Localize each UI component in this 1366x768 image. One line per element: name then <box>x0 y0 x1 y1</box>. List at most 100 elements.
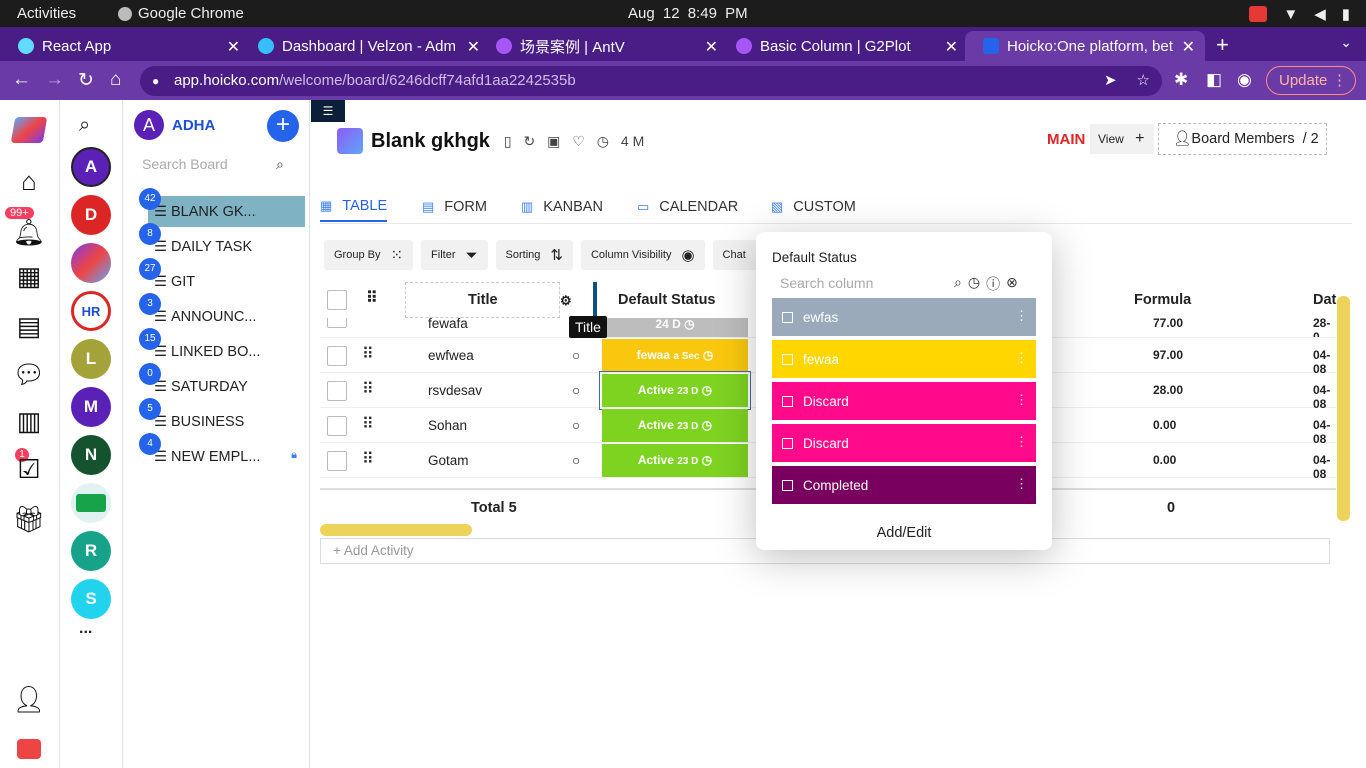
hoicko-logo-icon[interactable] <box>10 114 48 146</box>
view-button[interactable]: View + <box>1090 124 1154 154</box>
tab-calendar[interactable]: ▭ CALENDAR <box>637 192 738 222</box>
title-cell[interactable]: Gotam <box>428 453 469 468</box>
board-search-input[interactable]: Search Board <box>142 156 228 172</box>
browser-tab-velzon[interactable]: Dashboard | Velzon - Adm ✕ <box>240 31 490 61</box>
site-info-icon[interactable]: ● <box>152 66 159 96</box>
status-option[interactable]: ewfas ⋮ <box>772 298 1036 336</box>
tab-table[interactable]: ▦ TABLE <box>320 192 388 222</box>
browser-tab-antv[interactable]: 场景案例 | AntV ✕ <box>478 31 728 61</box>
workspace-logo-hr[interactable]: HR <box>71 291 111 331</box>
toggle-sidebar-list-icon[interactable]: ☰ <box>311 100 345 122</box>
add-board-button[interactable]: + <box>267 110 299 142</box>
active-app-indicator[interactable]: Google Chrome <box>118 5 244 22</box>
clipboard-icon[interactable]: ▥ <box>13 405 45 437</box>
workspace-logo-hoicko[interactable] <box>71 243 111 283</box>
system-tray[interactable]: ▼ ◀ ▮ <box>1249 5 1350 23</box>
row-checkbox[interactable] <box>327 451 347 471</box>
workspace-avatar[interactable]: N <box>71 435 111 475</box>
select-all-checkbox[interactable] <box>327 290 347 310</box>
profile-avatar-icon[interactable]: ◉ <box>1237 70 1252 90</box>
column-resize-handle[interactable] <box>593 282 597 318</box>
board-item[interactable]: 0 ☰ SATURDAY <box>139 363 305 402</box>
close-tab-icon[interactable]: ✕ <box>1182 37 1195 57</box>
vertical-scrollbar[interactable] <box>1337 296 1350 521</box>
option-checkbox[interactable] <box>782 353 793 365</box>
browser-tab-hoicko[interactable]: Hoicko:One platform, bet ✕ <box>965 31 1205 61</box>
back-icon[interactable]: ← <box>12 69 31 91</box>
date-column-header[interactable]: Dat <box>1313 292 1336 308</box>
chat-icon[interactable]: 💬︎ <box>13 358 46 390</box>
status-option[interactable]: Completed ⋮ <box>772 466 1036 504</box>
board-item[interactable]: 5 ☰ BUSINESS <box>139 398 305 437</box>
more-icon[interactable]: ⋮ <box>1015 476 1028 492</box>
browser-tab-g2plot[interactable]: Basic Column | G2Plot ✕ <box>718 31 968 61</box>
workspace-logo-graduation[interactable] <box>71 483 111 523</box>
board-item[interactable]: 4 ☰ NEW EMPL... 🔒︎ <box>139 433 305 472</box>
close-icon[interactable]: ⊗ <box>1006 274 1018 294</box>
row-checkbox[interactable] <box>327 346 347 366</box>
workspace-avatar[interactable]: M <box>71 387 111 427</box>
title-column-header[interactable]: Title <box>468 292 498 308</box>
formula-column-header[interactable]: Formula <box>1134 292 1191 308</box>
workspace-avatar[interactable]: D <box>71 195 111 235</box>
board-item[interactable]: 27 ☰ GIT <box>139 258 305 297</box>
new-tab-icon[interactable]: + <box>1216 32 1229 58</box>
settings-gear-icon[interactable]: ⚙ <box>560 293 572 309</box>
horizontal-scrollbar[interactable] <box>320 524 472 536</box>
open-item-circle-icon[interactable]: ○ <box>572 453 580 468</box>
scooter-icon[interactable] <box>13 733 45 765</box>
add-user-icon[interactable]: 👤︎ <box>13 683 46 715</box>
more-icon[interactable]: ⋮ <box>1015 434 1028 450</box>
add-edit-button[interactable]: Add/Edit <box>756 525 1052 541</box>
title-cell[interactable]: rsvdesav <box>428 383 482 398</box>
status-cell[interactable]: Active 23 D ◷ <box>599 371 751 410</box>
workspace-avatar[interactable]: L <box>71 339 111 379</box>
forward-icon[interactable]: → <box>45 69 64 91</box>
activities-button[interactable]: Activities <box>17 5 76 22</box>
extensions-icon[interactable]: ✱ <box>1174 70 1188 90</box>
row-checkbox[interactable] <box>327 416 347 436</box>
bookmark-star-icon[interactable]: ☆ <box>1137 66 1150 96</box>
status-option[interactable]: fewaa ⋮ <box>772 340 1036 378</box>
open-item-circle-icon[interactable]: ○ <box>572 383 580 398</box>
checklist-icon[interactable]: ☑ <box>13 453 45 485</box>
group-by-button[interactable]: Group By ⁙ <box>324 240 414 270</box>
side-panel-icon[interactable]: ◧ <box>1206 70 1222 90</box>
drag-handle-icon[interactable]: ⠿ <box>362 379 374 399</box>
option-checkbox[interactable] <box>782 479 793 491</box>
title-cell[interactable]: Sohan <box>428 418 467 433</box>
drag-handle-icon[interactable]: ⠿ <box>362 414 374 434</box>
sorting-button[interactable]: Sorting ⇅ <box>495 240 573 270</box>
drag-handle-icon[interactable]: ⠿ <box>362 344 374 364</box>
option-checkbox[interactable] <box>782 395 793 407</box>
column-visibility-button[interactable]: Column Visibility ◉ <box>580 240 705 270</box>
tab-kanban[interactable]: ▥ KANBAN <box>521 192 603 222</box>
status-cell[interactable]: Active 23 D ◷ <box>602 409 748 442</box>
board-members-button[interactable]: 👤︎Board Members / 2 <box>1158 123 1327 155</box>
more-icon[interactable]: ⋮ <box>1015 392 1028 408</box>
open-item-circle-icon[interactable]: ○ <box>572 348 580 363</box>
workspace-avatar[interactable]: R <box>71 531 111 571</box>
board-actions[interactable]: ▯ ↻ ▣ ♡ ◷ <box>504 133 613 150</box>
send-icon[interactable]: ➤ <box>1104 66 1117 96</box>
status-cell[interactable]: Active 23 D ◷ <box>602 444 748 477</box>
title-cell[interactable]: ewfwea <box>428 348 474 363</box>
info-icon[interactable]: ⓘ <box>986 274 1000 294</box>
option-checkbox[interactable] <box>782 311 793 323</box>
more-workspaces-button[interactable]: ... <box>79 620 92 638</box>
search-icon[interactable]: ⌕ <box>276 156 284 173</box>
home-nav-icon[interactable]: ⌂ <box>13 165 45 197</box>
search-column-input[interactable]: Search column <box>780 275 873 291</box>
more-icon[interactable]: ⋮ <box>1015 350 1028 366</box>
browser-tab-react-app[interactable]: React App ✕ <box>0 31 250 61</box>
status-option[interactable]: Discard ⋮ <box>772 382 1036 420</box>
drag-handle-icon[interactable]: ⠿ <box>362 449 374 469</box>
workspace-header[interactable]: A ADHA <box>134 110 215 140</box>
update-chrome-button[interactable]: Update ⋮ <box>1266 66 1356 95</box>
board-item[interactable]: 15 ☰ LINKED BO... <box>139 328 305 367</box>
gift-icon[interactable]: 🎁︎ <box>13 503 46 535</box>
row-checkbox[interactable] <box>327 318 347 328</box>
status-cell[interactable]: fewaa a Sec ◷ <box>602 339 748 372</box>
close-tab-icon[interactable]: ✕ <box>705 37 718 57</box>
tab-search-chevron-icon[interactable]: ⌄ <box>1340 34 1352 51</box>
